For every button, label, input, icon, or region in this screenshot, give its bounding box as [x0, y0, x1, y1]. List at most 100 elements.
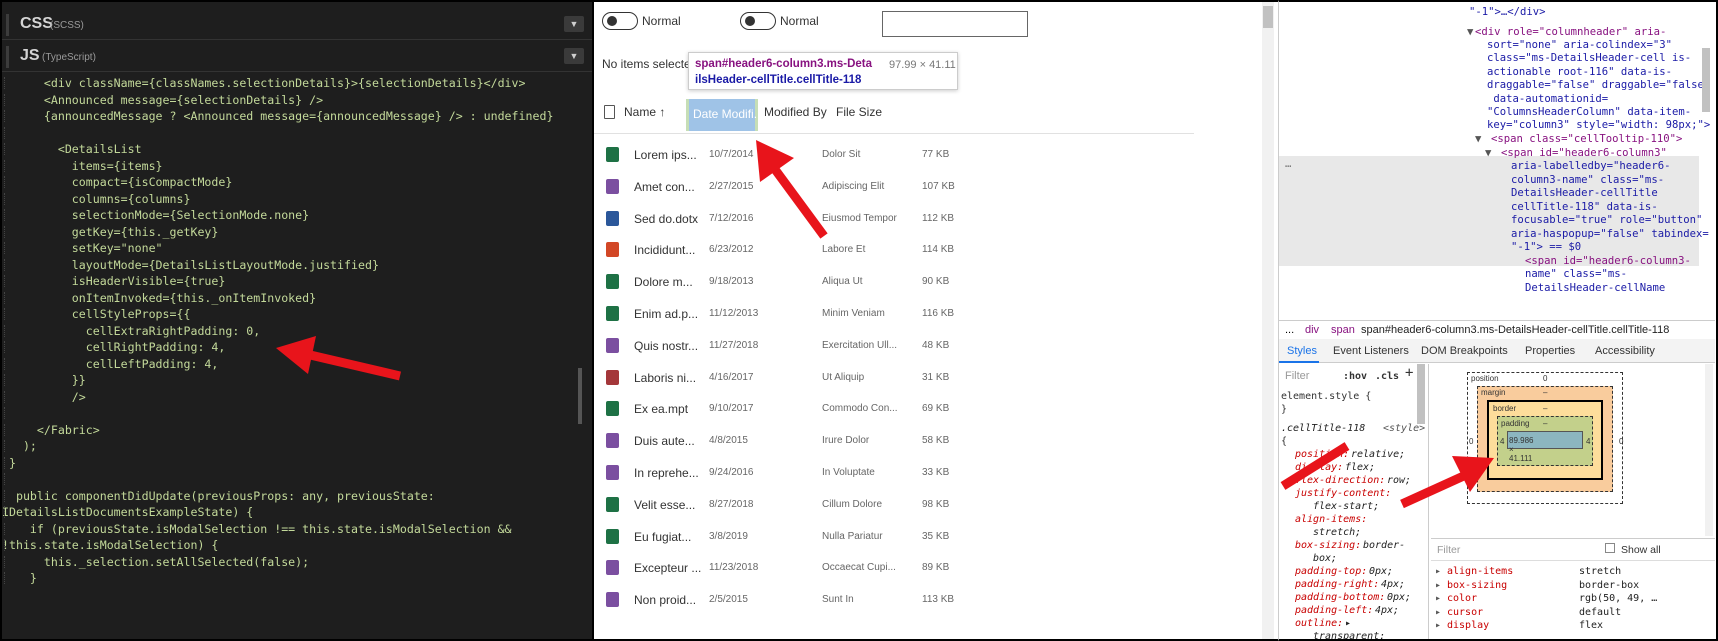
computed-property[interactable]: align-items: [1447, 566, 1513, 577]
css-value[interactable]: transparent;: [1313, 630, 1385, 639]
chevron-down-icon[interactable]: ▼: [564, 48, 584, 64]
tab-dom-breakpoints[interactable]: DOM Breakpoints: [1421, 345, 1508, 357]
computed-property[interactable]: color: [1447, 593, 1477, 604]
dom-node-line[interactable]: key="column3" style="width: 98px;">: [1487, 119, 1710, 133]
preview-scrollbar[interactable]: [1262, 2, 1274, 639]
css-property[interactable]: padding-top:: [1295, 565, 1367, 578]
expand-triangle-icon[interactable]: ▸: [1435, 566, 1441, 577]
table-row[interactable]: Incididunt... 6/23/2012 Labore Et 114 KB: [594, 233, 1194, 265]
expand-triangle-icon[interactable]: ▸: [1435, 593, 1441, 604]
column-header-file-size[interactable]: File Size: [836, 105, 882, 129]
box-model-scrollbar[interactable]: [1705, 364, 1713, 536]
table-row[interactable]: Laboris ni... 4/16/2017 Ut Aliquip 31 KB: [594, 361, 1194, 393]
compact-mode-toggle[interactable]: [602, 12, 638, 30]
css-value[interactable]: stretch;: [1313, 526, 1361, 539]
dom-node-line[interactable]: class="ms-DetailsHeader-cell is-: [1487, 52, 1691, 66]
expand-triangle-icon[interactable]: ▸: [1435, 620, 1441, 631]
css-value[interactable]: flex-start;: [1313, 500, 1379, 513]
dom-node-line[interactable]: DetailsHeader-cellName: [1525, 282, 1665, 296]
table-row[interactable]: Velit esse... 8/27/2018 Cillum Dolore 98 KB: [594, 488, 1194, 520]
dom-node-line[interactable]: cellTitle-118" data-is-: [1511, 201, 1658, 215]
dom-node-line[interactable]: <div role="columnheader" aria-: [1475, 26, 1666, 40]
css-property[interactable]: padding-bottom:: [1295, 591, 1385, 604]
dom-node-line[interactable]: focusable="true" role="button": [1511, 214, 1702, 228]
column-header-name[interactable]: Name ↑: [624, 105, 665, 129]
computed-property[interactable]: box-sizing: [1447, 580, 1507, 591]
elements-scrollbar[interactable]: [1702, 48, 1710, 112]
dom-node-line[interactable]: actionable root-116" data-is-: [1487, 66, 1672, 80]
chevron-down-icon[interactable]: ▼: [564, 16, 584, 32]
breadcrumb-item[interactable]: div: [1305, 321, 1319, 339]
table-row[interactable]: Quis nostr... 11/27/2018 Exercitation Ull.…: [594, 329, 1194, 361]
css-value[interactable]: 0px;: [1387, 591, 1411, 604]
dom-node-line[interactable]: <span id="header6-column3-: [1525, 255, 1691, 269]
show-all-checkbox[interactable]: [1605, 543, 1615, 553]
dom-node-line[interactable]: sort="none" aria-colindex="3": [1487, 39, 1672, 53]
table-row[interactable]: Duis aute... 4/8/2015 Irure Dolor 58 KB: [594, 424, 1194, 456]
column-header-modified-by[interactable]: Modified By: [764, 105, 827, 129]
breadcrumb-item[interactable]: span: [1331, 321, 1355, 339]
dom-node-line[interactable]: name" class="ms-: [1525, 268, 1627, 282]
table-row[interactable]: Enim ad.p... 11/12/2013 Minim Veniam 116 KB: [594, 297, 1194, 329]
css-property[interactable]: align-items:: [1295, 513, 1367, 526]
expand-triangle-icon[interactable]: ▸: [1435, 580, 1441, 591]
css-property[interactable]: box-sizing:: [1295, 539, 1361, 552]
table-row[interactable]: Lorem ips... 10/7/2014 Dolor Sit 77 KB: [594, 138, 1194, 170]
column-header-date-highlight[interactable]: Date Modifi...: [686, 99, 764, 131]
table-row[interactable]: Amet con... 2/27/2015 Adipiscing Elit 107 K…: [594, 170, 1194, 202]
hov-button[interactable]: :hov: [1343, 370, 1367, 383]
expand-triangle-icon[interactable]: ▸: [1435, 607, 1441, 618]
expand-triangle-icon[interactable]: ▼: [1485, 147, 1491, 161]
expand-triangle-icon[interactable]: ▼: [1467, 26, 1473, 40]
table-row[interactable]: Dolore m... 9/18/2013 Aliqua Ut 90 KB: [594, 265, 1194, 297]
js-section-header[interactable]: JS (TypeScript) ▼: [2, 42, 592, 72]
tab-accessibility[interactable]: Accessibility: [1595, 345, 1655, 357]
table-row[interactable]: Non proid... 2/5/2015 Sunt In 113 KB: [594, 583, 1194, 615]
dom-node-line[interactable]: DetailsHeader-cellTitle: [1511, 187, 1658, 201]
table-row[interactable]: Excepteur ... 11/23/2018 Occaecat Cupi... 8…: [594, 551, 1194, 583]
table-row[interactable]: Eu fugiat... 3/8/2019 Nulla Pariatur 35 KB: [594, 520, 1194, 552]
modal-selection-toggle[interactable]: [740, 12, 776, 30]
breadcrumb-item[interactable]: ...: [1285, 321, 1294, 339]
css-property[interactable]: padding-left:: [1295, 604, 1373, 617]
dom-node-line[interactable]: aria-labelledby="header6-: [1511, 160, 1670, 174]
ellipsis-icon[interactable]: …: [1285, 158, 1291, 172]
tab-properties[interactable]: Properties: [1525, 345, 1575, 357]
dom-node-line[interactable]: column3-name" class="ms-: [1511, 174, 1664, 188]
dom-node-line[interactable]: "ColumnsHeaderColumn" data-item-: [1487, 106, 1691, 120]
dom-node-line[interactable]: aria-haspopup="false" tabindex=: [1511, 228, 1709, 242]
styles-scrollbar[interactable]: [1417, 364, 1425, 424]
table-row[interactable]: In reprehe... 9/24/2016 In Voluptate 33 KB: [594, 456, 1194, 488]
elements-tree[interactable]: … "-1">…</div> <div role="columnheader" a…: [1279, 2, 1715, 318]
dom-node-line[interactable]: data-automationid=: [1487, 93, 1608, 107]
css-value[interactable]: 0px;: [1369, 565, 1393, 578]
dom-node-line[interactable]: draggable="false" draggable="false": [1487, 79, 1710, 93]
css-value[interactable]: 4px;: [1375, 604, 1399, 617]
css-property[interactable]: outline:: [1295, 617, 1343, 630]
breadcrumb-item-active[interactable]: span#header6-column3.ms-DetailsHeader-ce…: [1361, 321, 1669, 339]
css-value[interactable]: border-: [1363, 539, 1405, 552]
cls-button[interactable]: .cls: [1375, 370, 1399, 383]
dom-node-line[interactable]: "-1">…</div>: [1469, 6, 1546, 20]
dom-node-line[interactable]: "-1"> == $0: [1511, 241, 1581, 255]
tab-styles[interactable]: Styles: [1287, 345, 1317, 357]
expand-triangle-icon[interactable]: ▼: [1475, 133, 1481, 147]
editor-scrollbar[interactable]: [578, 368, 582, 424]
css-property[interactable]: padding-right:: [1295, 578, 1379, 591]
css-title: CSS: [20, 15, 53, 32]
dom-node-line[interactable]: <span class="cellTooltip-110">: [1491, 133, 1682, 147]
computed-property[interactable]: cursor: [1447, 607, 1483, 618]
add-rule-icon[interactable]: +: [1405, 366, 1413, 380]
tab-event-listeners[interactable]: Event Listeners: [1333, 345, 1409, 357]
computed-property[interactable]: display: [1447, 620, 1489, 631]
table-row[interactable]: Ex ea.mpt 9/10/2017 Commodo Con... 69 KB: [594, 392, 1194, 424]
table-row[interactable]: Sed do.dotx 7/12/2016 Eiusmod Tempor 112 KB: [594, 202, 1194, 234]
dom-node-line[interactable]: <span id="header6-column3": [1501, 147, 1667, 161]
css-value[interactable]: box;: [1313, 552, 1337, 565]
css-section-header[interactable]: CSS (SCSS) ▼: [2, 10, 592, 40]
computed-filter-input[interactable]: Filter: [1437, 544, 1460, 556]
css-value[interactable]: 4px;: [1381, 578, 1405, 591]
styles-filter-input[interactable]: Filter: [1285, 370, 1309, 383]
filter-input[interactable]: [882, 11, 1028, 37]
css-value[interactable]: ▸: [1345, 617, 1351, 630]
